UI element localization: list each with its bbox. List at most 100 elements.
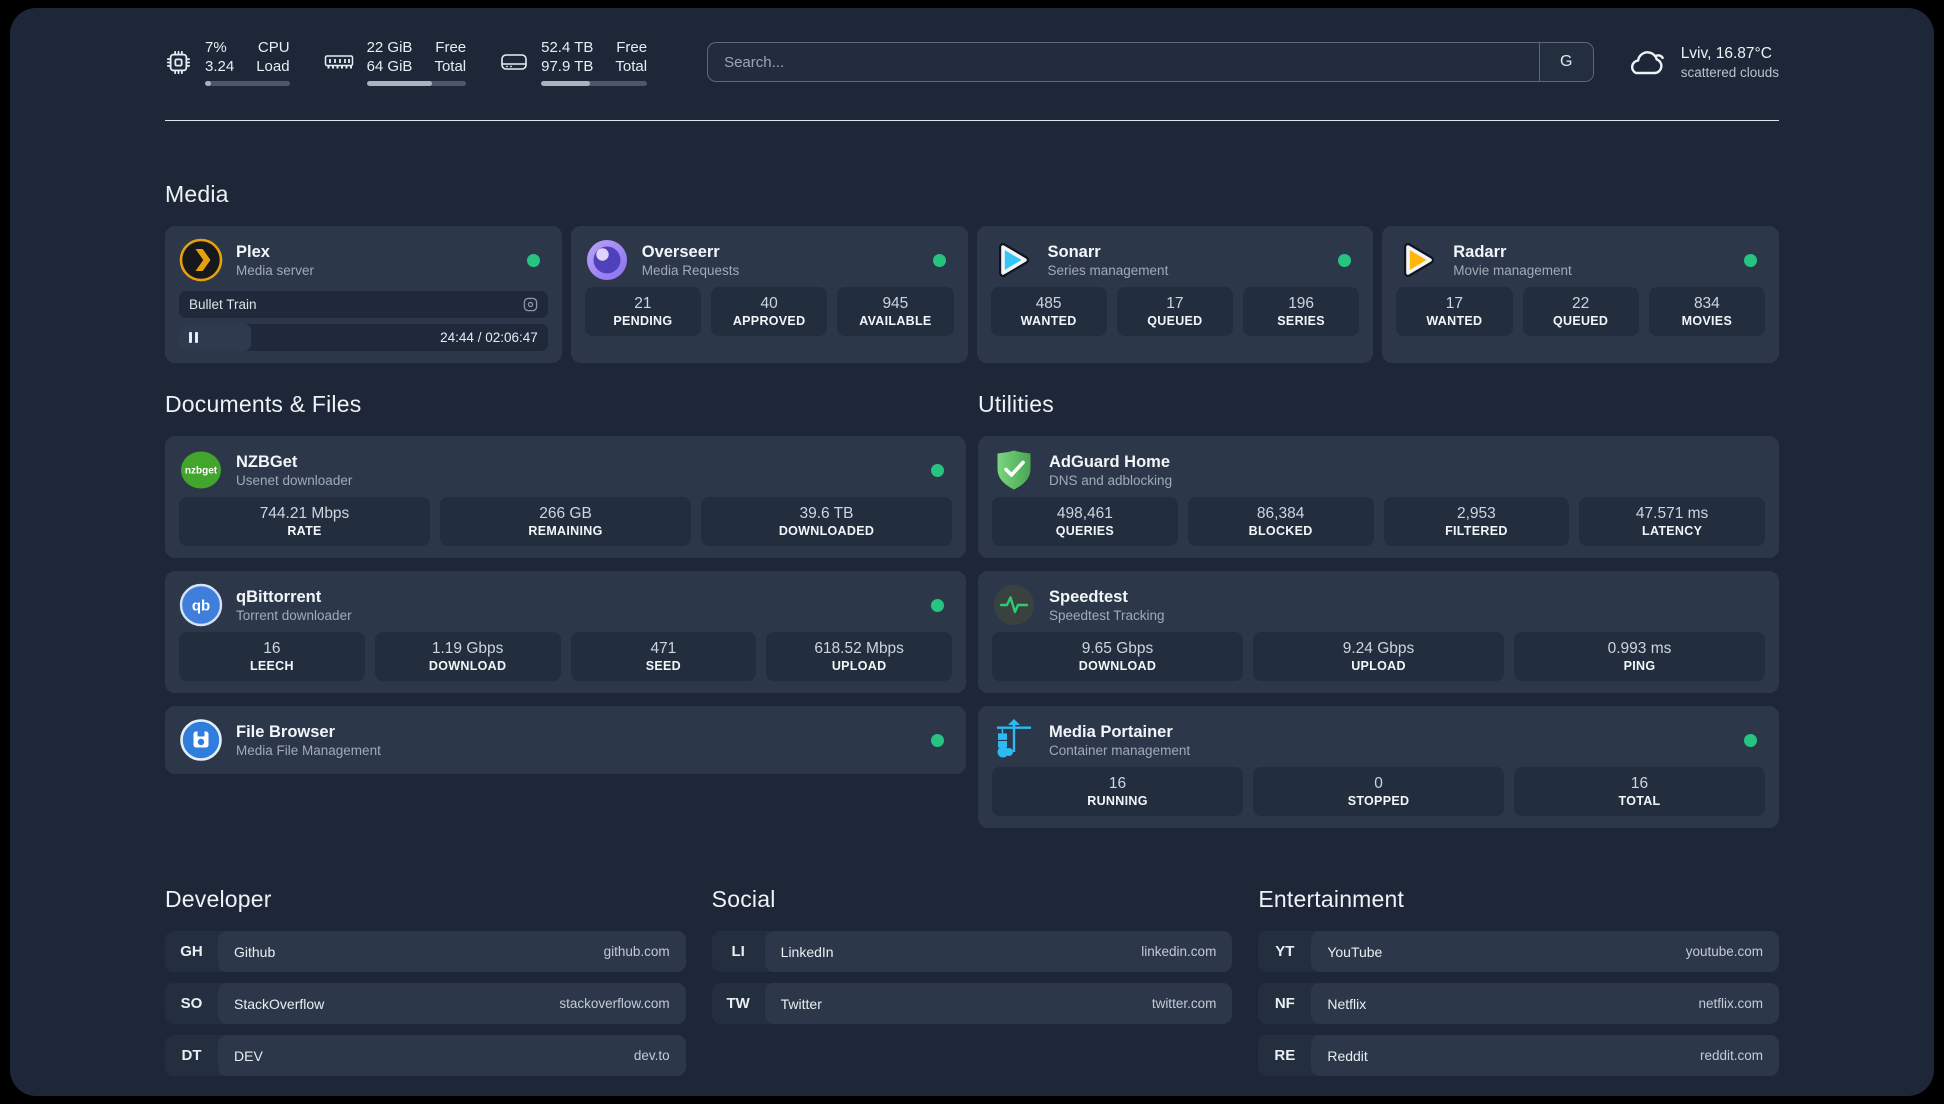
stat-label: MOVIES bbox=[1681, 313, 1733, 328]
bookmark-list: YT YouTube youtube.com NF Netflix netflix.com… bbox=[1258, 931, 1779, 1076]
bookmark-link-github[interactable]: GH Github github.com bbox=[165, 931, 686, 972]
stat-value: 17 bbox=[1166, 294, 1184, 312]
nzbget-icon: nzbget bbox=[179, 448, 223, 492]
bookmark-body: Twitter twitter.com bbox=[764, 983, 1233, 1024]
dashboard-panel: 7% 3.24 CPU Load 22 GiB 64 GiB Free Total 52.4… bbox=[10, 8, 1934, 1096]
stat-value: 39.6 TB bbox=[799, 504, 854, 522]
service-link[interactable]: Overseerr Media Requests bbox=[585, 238, 954, 282]
bookmark-name: Reddit bbox=[1327, 1047, 1368, 1064]
bookmark-url: twitter.com bbox=[1151, 996, 1217, 1011]
service-subtitle: Media File Management bbox=[236, 742, 381, 758]
bookmark-url: linkedin.com bbox=[1141, 944, 1217, 959]
stat-value: 2,953 bbox=[1456, 504, 1496, 522]
stat-label: RATE bbox=[287, 523, 322, 538]
qbittorrent-icon: qb bbox=[179, 583, 223, 627]
system-stats: 7% 3.24 CPU Load 22 GiB 64 GiB Free Total 52.4… bbox=[165, 38, 681, 86]
service-link[interactable]: File Browser Media File Management bbox=[179, 718, 952, 762]
search-engine-button[interactable]: G bbox=[1538, 43, 1593, 81]
system-stat-memory: 22 GiB 64 GiB Free Total bbox=[324, 38, 467, 86]
bookmark-abbr: GH bbox=[180, 943, 203, 960]
status-online-dot bbox=[1744, 253, 1757, 267]
service-link[interactable]: Sonarr Series management bbox=[991, 238, 1360, 282]
search-input[interactable] bbox=[708, 43, 1539, 81]
weather-condition: scattered clouds bbox=[1680, 64, 1779, 80]
bookmark-abbr: SO bbox=[180, 995, 203, 1012]
radarr-icon bbox=[1396, 238, 1440, 282]
playback-progress-bar[interactable]: 24:44 / 02:06:47 bbox=[179, 324, 548, 351]
service-titles: Speedtest Speedtest Tracking bbox=[1049, 587, 1165, 624]
stat-label-line: Total bbox=[434, 58, 467, 75]
svg-text:nzbget: nzbget bbox=[185, 466, 218, 477]
bookmark-link-reddit[interactable]: RE Reddit reddit.com bbox=[1258, 1035, 1779, 1076]
now-playing-row: Bullet Train bbox=[179, 291, 548, 318]
bookmark-link-linkedin[interactable]: LI LinkedIn linkedin.com bbox=[711, 931, 1233, 972]
search-bar[interactable]: G bbox=[707, 42, 1594, 82]
service-link[interactable]: Media Portainer Container management bbox=[992, 718, 1765, 762]
stat-box-download: 9.65 Gbps DOWNLOAD bbox=[992, 632, 1243, 681]
bookmark-abbr: YT bbox=[1275, 943, 1295, 960]
service-stats: 744.21 Mbps RATE 266 GB REMAINING 39.6 TB DOW… bbox=[179, 497, 952, 546]
bookmark-link-youtube[interactable]: YT YouTube youtube.com bbox=[1258, 931, 1779, 972]
filebrowser-icon bbox=[179, 718, 223, 762]
stat-label: QUEUED bbox=[1147, 313, 1203, 328]
service-link[interactable]: Radarr Movie management bbox=[1396, 238, 1765, 282]
service-link[interactable]: AdGuard Home DNS and adblocking bbox=[992, 448, 1765, 492]
stat-value: 16 bbox=[1108, 774, 1127, 792]
status-online-dot bbox=[1338, 253, 1352, 267]
bookmark-link-twitter[interactable]: TW Twitter twitter.com bbox=[711, 983, 1233, 1024]
adguard-icon bbox=[992, 448, 1036, 492]
stat-value: 266 GB bbox=[539, 504, 592, 522]
stat-box-pending: 21 PENDING bbox=[584, 287, 701, 336]
bookmark-body: DEV dev.to bbox=[218, 1035, 686, 1076]
service-subtitle: Media server bbox=[236, 262, 315, 278]
service-subtitle: Speedtest Tracking bbox=[1049, 607, 1165, 623]
bookmark-link-dev[interactable]: DT DEV dev.to bbox=[165, 1035, 686, 1076]
service-titles: File Browser Media File Management bbox=[236, 722, 381, 759]
section-title-developer: Developer bbox=[165, 886, 272, 912]
bookmark-abbr: TW bbox=[726, 995, 750, 1012]
service-link[interactable]: Plex Media server bbox=[179, 238, 548, 282]
service-link[interactable]: qb qBittorrent Torrent downloader bbox=[179, 583, 952, 627]
service-subtitle: Movie management bbox=[1453, 262, 1572, 278]
status-online-dot bbox=[526, 253, 540, 267]
bookmark-body: Netflix netflix.com bbox=[1311, 983, 1779, 1024]
stat-value-line: 97.9 TB bbox=[541, 58, 594, 75]
pause-icon[interactable] bbox=[189, 332, 198, 343]
stat-value: 834 bbox=[1693, 294, 1720, 312]
service-stats: 16 LEECH 1.19 Gbps DOWNLOAD 471 SEED 618.52 Mb… bbox=[179, 632, 952, 681]
stat-value: 16 bbox=[1630, 774, 1649, 792]
service-link[interactable]: Speedtest Speedtest Tracking bbox=[992, 583, 1765, 627]
stat-value: 9.65 Gbps bbox=[1081, 639, 1154, 657]
service-name: Radarr bbox=[1453, 242, 1507, 261]
bookmark-body: YouTube youtube.com bbox=[1311, 931, 1779, 972]
service-card-qbittorrent: qb qBittorrent Torrent downloader 16 LEECH 1.… bbox=[165, 571, 966, 693]
stat-value-line: 52.4 TB bbox=[541, 39, 594, 56]
speedtest-icon bbox=[992, 583, 1036, 627]
service-stats: 17 WANTED 22 QUEUED 834 MOVIES bbox=[1396, 287, 1765, 336]
bookmark-name: DEV bbox=[234, 1047, 263, 1064]
stat-label: SERIES bbox=[1277, 313, 1325, 328]
stat-label: SEED bbox=[645, 658, 681, 673]
service-name: AdGuard Home bbox=[1049, 452, 1171, 471]
stat-value: 21 bbox=[634, 294, 652, 312]
stat-value: 196 bbox=[1288, 294, 1315, 312]
stat-value-line: 22 GiB bbox=[366, 39, 413, 56]
section-title-utilities: Utilities bbox=[978, 391, 1054, 417]
stat-box-series: 196 SERIES bbox=[1243, 287, 1360, 336]
cloud-icon bbox=[1624, 45, 1668, 79]
service-subtitle: Series management bbox=[1047, 262, 1169, 278]
bookmark-abbr: DT bbox=[181, 1047, 202, 1064]
stat-value: 945 bbox=[882, 294, 909, 312]
service-link[interactable]: nzbget NZBGet Usenet downloader bbox=[179, 448, 952, 492]
now-playing-disc-icon[interactable] bbox=[523, 297, 538, 312]
stat-label-line: Total bbox=[615, 58, 648, 75]
bookmark-link-stackoverflow[interactable]: SO StackOverflow stackoverflow.com bbox=[165, 983, 686, 1024]
status-online-dot bbox=[932, 253, 946, 267]
stat-box-upload: 618.52 Mbps UPLOAD bbox=[766, 632, 952, 681]
bookmark-link-netflix[interactable]: NF Netflix netflix.com bbox=[1258, 983, 1779, 1024]
service-titles: Plex Media server bbox=[236, 242, 314, 279]
stat-label-line: CPU bbox=[257, 39, 290, 56]
stat-box-queries: 498,461 QUERIES bbox=[992, 497, 1178, 546]
service-titles: Radarr Movie management bbox=[1453, 242, 1572, 279]
playback-time: 24:44 / 02:06:47 bbox=[440, 330, 538, 345]
